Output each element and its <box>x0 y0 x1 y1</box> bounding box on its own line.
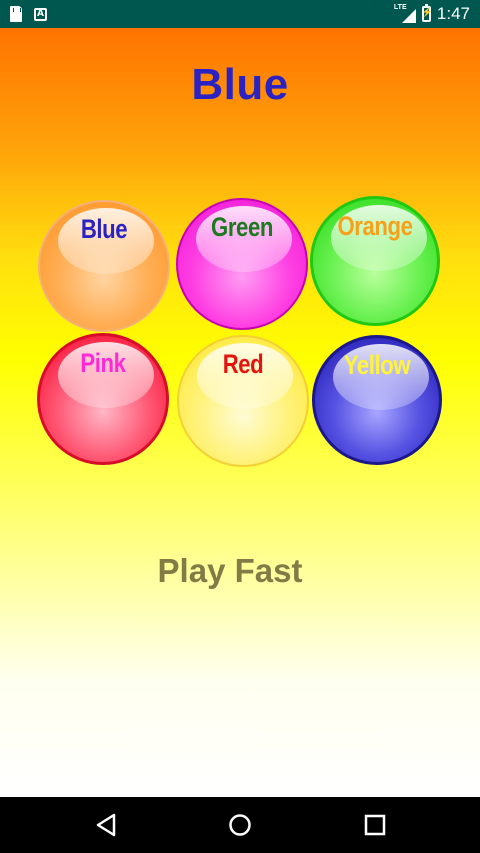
status-right-icons: LTE 1:47 <box>394 4 470 24</box>
status-bar: A LTE 1:47 <box>0 0 480 28</box>
lte-signal-icon: LTE <box>394 4 416 23</box>
ball-label: Orange <box>337 211 413 241</box>
ball-label: Pink <box>80 348 126 378</box>
back-icon[interactable] <box>92 811 120 839</box>
ball-label: Blue <box>80 214 128 244</box>
ball-label: Red <box>222 349 264 379</box>
color-ball-5[interactable]: Red <box>177 335 309 467</box>
sd-card-icon <box>10 6 22 22</box>
ball-label: Yellow <box>343 350 411 380</box>
clock: 1:47 <box>436 4 470 23</box>
game-area: Blue Blue Green Orange Pink Red Yellow P… <box>0 28 480 797</box>
color-ball-2[interactable]: Green <box>176 198 308 330</box>
navigation-bar <box>0 797 480 853</box>
font-a-icon: A <box>34 7 47 21</box>
play-fast-button[interactable]: Play Fast <box>0 552 460 590</box>
home-icon[interactable] <box>226 811 254 839</box>
battery-charging-icon <box>421 4 433 22</box>
status-left-icons: A <box>10 6 47 22</box>
color-ball-4[interactable]: Pink <box>37 333 169 465</box>
target-color-title: Blue <box>191 60 289 109</box>
color-ball-6[interactable]: Yellow <box>312 335 442 465</box>
recent-apps-icon[interactable] <box>361 811 389 839</box>
color-ball-3[interactable]: Orange <box>310 196 440 326</box>
color-ball-1[interactable]: Blue <box>38 200 170 332</box>
ball-label: Green <box>211 212 273 242</box>
